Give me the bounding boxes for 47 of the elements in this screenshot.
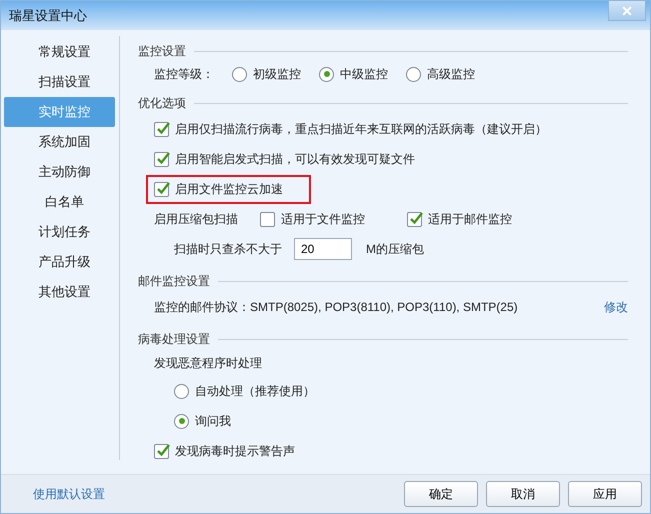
- checkbox-label[interactable]: 适用于邮件监控: [428, 210, 512, 228]
- modify-link[interactable]: 修改: [604, 298, 628, 316]
- protocol-text: 监控的邮件协议：SMTP(8025), POP3(8110), POP3(110), SMTP(25): [154, 298, 518, 316]
- field-label: 扫描时只查杀不大于: [174, 240, 282, 258]
- dialog-button[interactable]: 取消: [486, 481, 560, 507]
- radio-button[interactable]: [174, 414, 189, 428]
- field-label: 发现恶意程序时处理: [154, 354, 262, 372]
- checkbox[interactable]: [154, 444, 169, 458]
- radio-button[interactable]: [174, 384, 189, 398]
- checkbox[interactable]: [154, 182, 169, 196]
- radio-label[interactable]: 询问我: [195, 412, 231, 430]
- checkbox[interactable]: [154, 152, 169, 166]
- checkbox-label[interactable]: 适用于文件监控: [281, 210, 365, 228]
- radio-label[interactable]: 初级监控: [253, 66, 301, 82]
- unit-label: M的压缩包: [366, 240, 424, 258]
- sidebar-item[interactable]: 白名单: [4, 187, 115, 217]
- sidebar-item[interactable]: 计划任务: [4, 217, 115, 247]
- section-heading: 监控设置: [138, 42, 186, 60]
- checkbox[interactable]: [407, 212, 422, 226]
- checkbox[interactable]: [260, 212, 275, 226]
- radio-label[interactable]: 自动处理（推荐使用）: [195, 382, 315, 400]
- radio-button[interactable]: [319, 66, 334, 82]
- field-label: 监控等级：: [154, 66, 214, 82]
- section-heading: 邮件监控设置: [138, 272, 210, 290]
- radio-button[interactable]: [232, 66, 247, 82]
- sidebar-item[interactable]: 其他设置: [4, 277, 115, 307]
- field-label: 启用压缩包扫描: [154, 210, 238, 228]
- section-heading: 优化选项: [138, 94, 186, 112]
- checkbox-label[interactable]: 启用文件监控云加速: [175, 180, 283, 198]
- dialog-button[interactable]: 应用: [568, 481, 642, 507]
- dialog-button[interactable]: 确定: [404, 481, 478, 507]
- radio-button[interactable]: [406, 66, 421, 82]
- checkbox-label[interactable]: 启用仅扫描流行病毒，重点扫描近年来互联网的活跃病毒（建议开启）: [175, 120, 547, 138]
- sidebar-item[interactable]: 产品升级: [4, 247, 115, 277]
- default-settings-link[interactable]: 使用默认设置: [33, 486, 105, 502]
- window-title: 瑞星设置中心: [9, 6, 87, 24]
- radio-label[interactable]: 高级监控: [427, 66, 475, 82]
- checkbox-label[interactable]: 启用智能启发式扫描，可以有效发现可疑文件: [175, 150, 415, 168]
- sidebar-item[interactable]: 主动防御: [4, 157, 115, 187]
- sidebar-item[interactable]: 扫描设置: [4, 67, 115, 97]
- sidebar-item[interactable]: 系统加固: [4, 127, 115, 157]
- radio-label[interactable]: 中级监控: [340, 66, 388, 82]
- section-heading: 病毒处理设置: [138, 330, 210, 348]
- sidebar-item[interactable]: 常规设置: [4, 37, 115, 67]
- checkbox-label[interactable]: 发现病毒时提示警告声: [175, 442, 295, 460]
- size-input[interactable]: 20: [294, 238, 352, 260]
- checkbox[interactable]: [154, 122, 169, 136]
